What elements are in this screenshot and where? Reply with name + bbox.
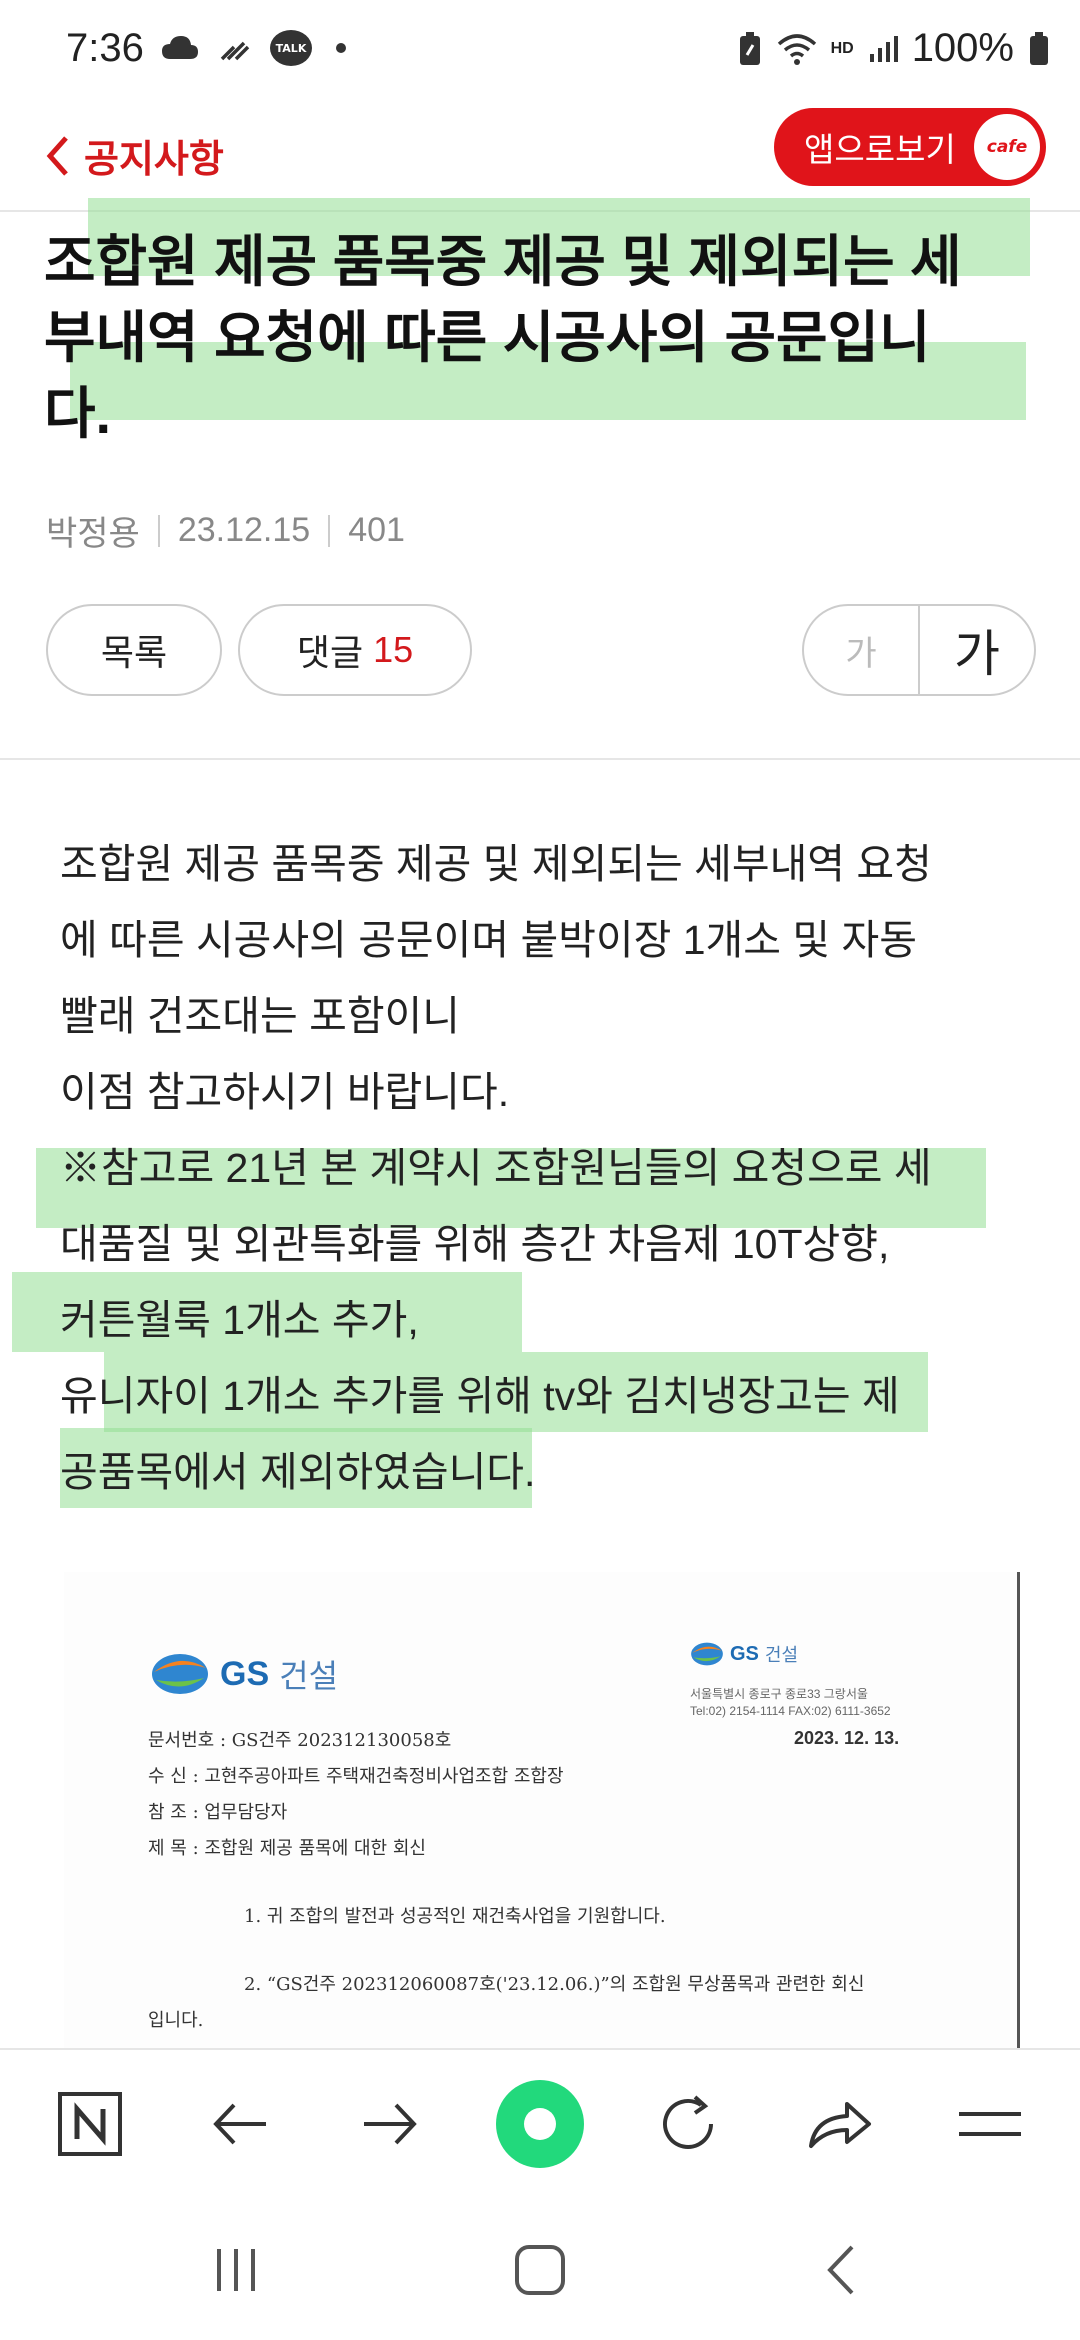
list-button[interactable]: 목록 — [46, 604, 222, 696]
dot-icon — [336, 43, 346, 53]
battery-percent: 100% — [911, 26, 1014, 70]
missed-call-icon — [220, 41, 250, 61]
font-smaller-button[interactable]: 가 — [804, 606, 920, 694]
document-date: 2023. 12. 13. — [794, 1728, 900, 1748]
recent-apps-icon — [217, 2249, 255, 2291]
status-bar: 7:36 TALK HD 100% — [0, 0, 1080, 100]
back-button[interactable]: 공지사항 — [44, 128, 224, 183]
gs-logo-text: GS — [220, 1654, 270, 1693]
battery-icon — [1030, 31, 1048, 65]
comment-button[interactable]: 댓글 15 — [238, 604, 472, 696]
body-line: ※참고로 21년 본 계약시 조합원님들의 요청으로 세 — [60, 1145, 932, 1191]
home-icon — [515, 2245, 565, 2295]
back-nav-button[interactable] — [190, 2074, 290, 2174]
signal-icon — [869, 35, 898, 62]
font-larger-button[interactable]: 가 — [920, 606, 1034, 694]
address-line: Tel:02) 2154-1114 FAX:02) 6111-3652 — [690, 1704, 891, 1718]
document-line: 입니다. — [148, 2010, 204, 2031]
arrow-left-icon — [213, 2103, 266, 2145]
reload-icon — [663, 2095, 713, 2149]
header-title: 공지사항 — [84, 139, 224, 181]
naver-home-button[interactable] — [40, 2074, 140, 2174]
status-right: HD 100% — [737, 26, 1050, 71]
status-time: 7:36 — [66, 26, 144, 70]
divider — [157, 514, 160, 547]
font-size-toggle: 가 가 — [802, 604, 1036, 696]
open-in-app-label: 앱으로보기 — [804, 131, 956, 168]
body-line: 대품질 및 외관특화를 위해 층간 차음제 10T상향, — [60, 1221, 890, 1267]
address-line: 서울특별시 종로구 종로33 그랑서울 — [690, 1687, 868, 1701]
gs-logo-text2: 건설 — [279, 1658, 339, 1694]
action-row: 목록 댓글 15 가 가 — [46, 604, 1036, 696]
section-divider — [0, 758, 1080, 760]
gs-logo-icon — [152, 1654, 208, 1694]
home-button[interactable] — [490, 2230, 590, 2310]
body-line: 이점 참고하시기 바랍니다. — [60, 1069, 510, 1115]
post-meta: 박정용 23.12.15 401 — [46, 506, 405, 555]
talk-icon: TALK — [270, 30, 312, 66]
body-line: 조합원 제공 품목중 제공 및 제외되는 세부내역 요청 — [60, 841, 932, 887]
gs-logo: GS 건설 — [150, 1650, 338, 1698]
arrow-right-icon — [364, 2103, 417, 2145]
divider — [328, 514, 331, 547]
recent-apps-button[interactable] — [186, 2230, 286, 2310]
post-date: 23.12.15 — [177, 511, 311, 549]
gs-logo-small: GS 건설 — [690, 1640, 798, 1668]
post-body: 조합원 제공 품목중 제공 및 제외되는 세부내역 요청 에 따른 시공사의 공… — [60, 826, 1040, 1510]
post-title: 조합원 제공 품목중 제공 및 제외되는 세 부내역 요청에 따른 시공사의 공… — [44, 224, 1044, 452]
body-line: 유니자이 1개소 추가를 위해 tv와 김치냉장고는 제 — [60, 1373, 900, 1419]
body-line: 커튼월룩 1개소 추가, — [60, 1297, 419, 1343]
back-chevron-icon — [827, 2245, 854, 2295]
forward-nav-button[interactable] — [340, 2074, 440, 2174]
page-header: 공지사항 앱으로보기 cafe — [0, 100, 1080, 212]
gs-logo-small-text: GS — [730, 1642, 759, 1665]
cafe-logo-icon: cafe — [974, 114, 1040, 180]
cloud-icon — [162, 36, 198, 59]
comment-label: 댓글 — [296, 632, 364, 673]
document-line: 제 목 : 조합원 제공 품목에 대한 회신 — [148, 1838, 426, 1859]
author-name[interactable]: 박정용 — [46, 506, 140, 555]
list-button-label: 목록 — [100, 632, 168, 673]
post-title-line: 조합원 제공 품목중 제공 및 제외되는 세 — [44, 230, 962, 293]
share-button[interactable] — [790, 2074, 890, 2174]
wifi-icon — [777, 33, 816, 65]
document-line: 1. 귀 조합의 발전과 성공적인 재건축사업을 기원합니다. — [244, 1906, 666, 1927]
document-line: 2. “GS건주 202312060087호('23.12.06.)”의 조합원… — [244, 1974, 865, 1995]
body-line: 공품목에서 제외하였습니다. — [60, 1449, 536, 1495]
hd-voice-icon: HD — [830, 39, 854, 57]
gs-logo-small-icon — [691, 1642, 723, 1666]
chevron-left-icon — [46, 135, 68, 176]
green-dot-button[interactable] — [490, 2074, 590, 2174]
company-address: 서울특별시 종로구 종로33 그랑서울 Tel:02) 2154-1114 FA… — [690, 1686, 891, 1720]
menu-icon — [959, 2112, 1021, 2136]
naver-n-icon — [58, 2092, 122, 2156]
share-icon — [809, 2102, 871, 2148]
browser-toolbar — [0, 2048, 1080, 2194]
document-line: 수 신 : 고현주공아파트 주택재건축정비사업조합 조합장 — [148, 1766, 564, 1787]
view-count: 401 — [348, 511, 405, 549]
body-line: 에 따른 시공사의 공문이며 붙박이장 1개소 및 자동 — [60, 917, 917, 963]
reload-button[interactable] — [638, 2074, 738, 2174]
menu-button[interactable] — [940, 2074, 1040, 2174]
document-line: 참 조 : 업무담당자 — [148, 1802, 288, 1823]
green-dot-icon — [496, 2080, 584, 2168]
post-title-line: 다. — [44, 382, 112, 445]
document-line: 문서번호 : GS건주 202312130058호 — [148, 1730, 452, 1751]
attached-document-image[interactable]: GS 건설 GS 건설 서울특별시 종로구 종로33 그랑서울 Tel:02) … — [64, 1572, 1020, 2050]
body-line: 빨래 건조대는 포함이니 — [60, 993, 460, 1039]
comment-count: 15 — [373, 629, 414, 670]
notification-icons: TALK — [160, 30, 346, 66]
post-title-line: 부내역 요청에 따른 시공사의 공문입니 — [44, 306, 931, 369]
battery-saver-icon — [739, 31, 760, 65]
open-in-app-button[interactable]: 앱으로보기 cafe — [774, 108, 1046, 186]
system-back-button[interactable] — [792, 2230, 892, 2310]
gs-logo-small-text2: 건설 — [764, 1645, 799, 1665]
system-navigation-bar — [0, 2194, 1080, 2340]
